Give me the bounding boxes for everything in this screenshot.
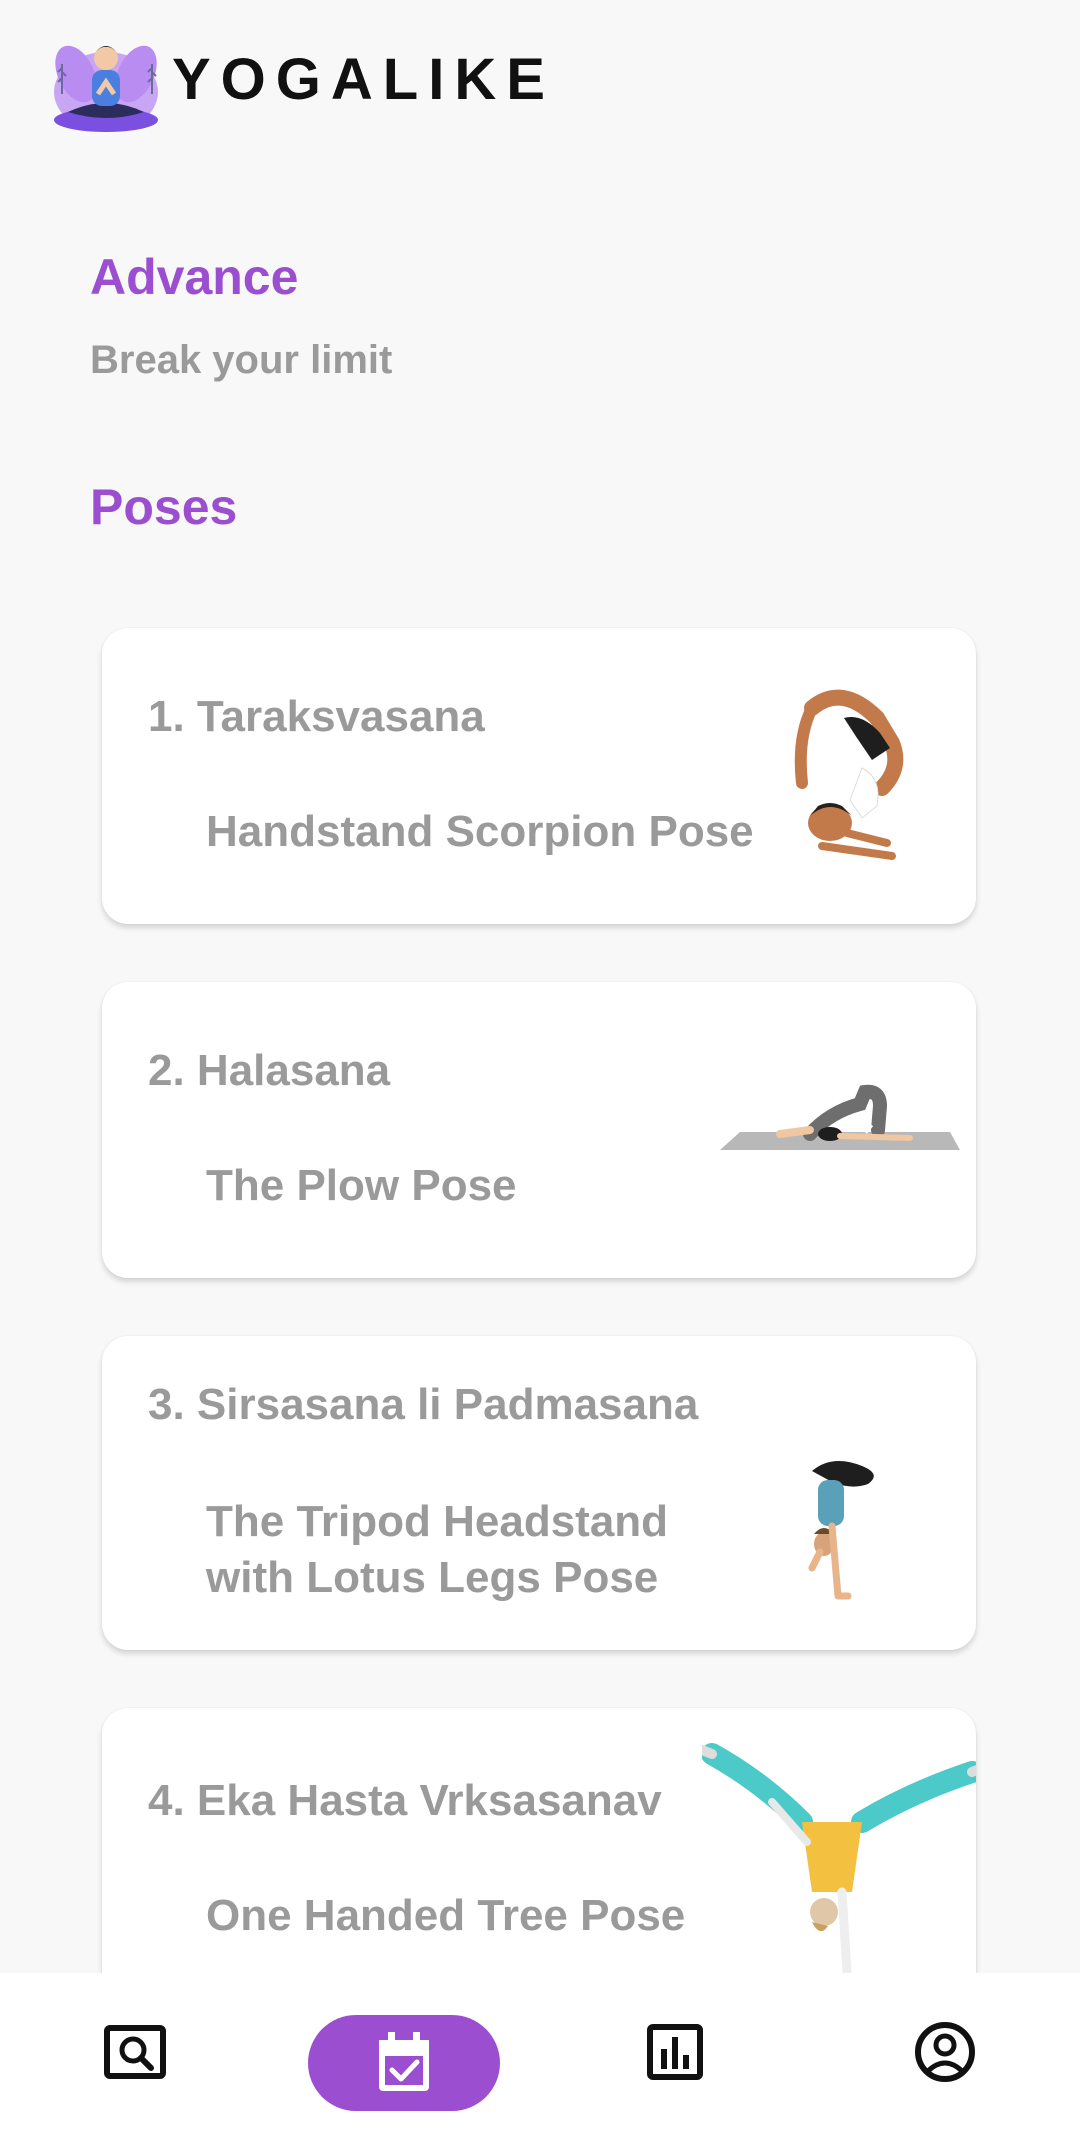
level-subtitle: Break your limit: [90, 338, 393, 382]
poses-heading: Poses: [90, 479, 238, 535]
bottom-navigation: [0, 1973, 1080, 2145]
scorpion-pose-illustration: [794, 689, 904, 860]
nav-schedule-tab[interactable]: [308, 2015, 500, 2111]
nav-stats-tab[interactable]: [640, 2017, 710, 2087]
account-circle-icon: [915, 2022, 975, 2082]
bar-chart-icon: [647, 2024, 703, 2080]
level-title: Advance: [90, 249, 299, 305]
pose-subtitle: Handstand Scorpion Pose: [206, 807, 754, 856]
pose-card-3[interactable]: 3. Sirsasana li Padmasana The Tripod Hea…: [102, 1336, 976, 1650]
nav-search-tab[interactable]: [100, 2017, 170, 2087]
one-handed-tree-pose-illustration: [702, 1743, 976, 1977]
meditating-person-logo: [54, 45, 158, 132]
pose-title: 4. Eka Hasta Vrksasanav: [148, 1776, 662, 1825]
app-name: YOGALIKE: [172, 46, 555, 112]
search-image-icon: [104, 2025, 166, 2079]
pose-title: 2. Halasana: [148, 1046, 391, 1095]
calendar-check-icon: [379, 2032, 429, 2091]
pose-subtitle: The Plow Pose: [206, 1161, 517, 1210]
plow-pose-illustration: [720, 1084, 960, 1150]
app-header: YOGALIKE: [48, 24, 555, 134]
pose-card-1[interactable]: 1. Taraksvasana Handstand Scorpion Pose: [102, 628, 976, 924]
pose-card-2[interactable]: 2. Halasana The Plow Pose: [102, 982, 976, 1278]
nav-profile-tab[interactable]: [910, 2017, 980, 2087]
pose-title: 1. Taraksvasana: [148, 692, 485, 741]
pose-subtitle: The Tripod Headstand with Lotus Legs Pos…: [206, 1497, 669, 1602]
pose-title: 3. Sirsasana li Padmasana: [148, 1380, 699, 1429]
tripod-headstand-illustration: [808, 1461, 874, 1600]
pose-subtitle: One Handed Tree Pose: [206, 1891, 686, 1940]
